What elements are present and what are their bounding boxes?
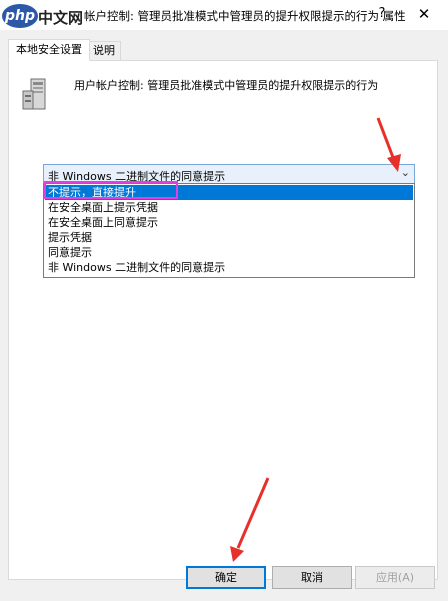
dropdown-list: 不提示，直接提升 在安全桌面上提示凭据 在安全桌面上同意提示 提示凭据 同意提示…: [43, 183, 415, 278]
dropdown-option[interactable]: 提示凭据: [45, 230, 413, 245]
watermark: php 中文网: [2, 2, 86, 32]
dropdown-option[interactable]: 同意提示: [45, 245, 413, 260]
ok-button[interactable]: 确定: [186, 566, 266, 589]
close-button[interactable]: ✕: [412, 3, 436, 25]
server-icon: [22, 78, 46, 110]
dropdown-option[interactable]: 在安全桌面上同意提示: [45, 215, 413, 230]
window-title: 帐户控制: 管理员批准模式中管理员的提升权限提示的行为 属性: [84, 9, 406, 23]
dialog-body: 本地安全设置 说明 用户帐户控制: 管理员批准模式中管理员的提升权限提示的行为 …: [0, 30, 448, 601]
policy-name: 用户帐户控制: 管理员批准模式中管理员的提升权限提示的行为: [74, 79, 379, 92]
help-button[interactable]: ?: [370, 3, 394, 25]
watermark-logo: php: [2, 4, 38, 28]
select-value: 非 Windows 二进制文件的同意提示: [48, 170, 226, 183]
behavior-select[interactable]: 非 Windows 二进制文件的同意提示 ⌄: [43, 164, 415, 184]
tab-local-security-setting[interactable]: 本地安全设置: [8, 39, 90, 61]
chevron-down-icon[interactable]: ⌄: [401, 166, 410, 179]
dropdown-option[interactable]: 在安全桌面上提示凭据: [45, 200, 413, 215]
tab-explain[interactable]: 说明: [88, 41, 121, 61]
dropdown-option[interactable]: 不提示，直接提升: [45, 185, 413, 200]
tab-panel: 用户帐户控制: 管理员批准模式中管理员的提升权限提示的行为 非 Windows …: [8, 60, 438, 580]
watermark-text: 中文网: [38, 9, 84, 27]
apply-button[interactable]: 应用(A): [355, 566, 435, 589]
dropdown-option[interactable]: 非 Windows 二进制文件的同意提示: [45, 260, 413, 275]
cancel-button[interactable]: 取消: [272, 566, 352, 589]
